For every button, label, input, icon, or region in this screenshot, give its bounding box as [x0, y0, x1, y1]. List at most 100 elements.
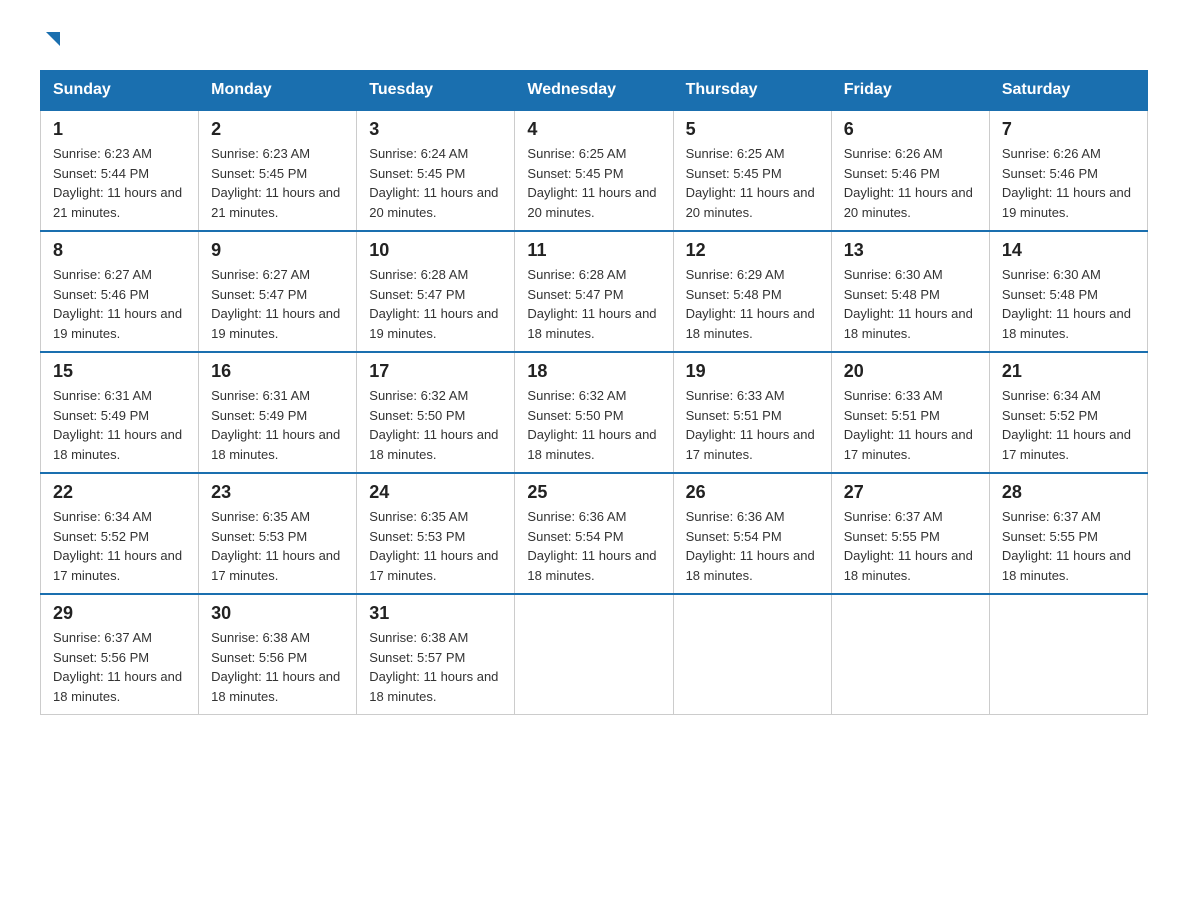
day-info: Sunrise: 6:34 AMSunset: 5:52 PMDaylight:…	[1002, 386, 1135, 464]
week-row-5: 29 Sunrise: 6:37 AMSunset: 5:56 PMDayligh…	[41, 594, 1148, 715]
day-cell-9: 9Sunrise: 6:27 AMSunset: 5:47 PMDaylight…	[199, 231, 357, 352]
day-number: 29	[53, 603, 186, 624]
day-info: Sunrise: 6:31 AMSunset: 5:49 PMDaylight:…	[211, 386, 344, 464]
logo	[40, 30, 64, 50]
weekday-header-tuesday: Tuesday	[357, 71, 515, 111]
day-info: Sunrise: 6:37 AMSunset: 5:55 PMDaylight:…	[1002, 507, 1135, 585]
day-info: Sunrise: 6:33 AMSunset: 5:51 PMDaylight:…	[686, 386, 819, 464]
day-number: 21	[1002, 361, 1135, 382]
day-cell-4: 4Sunrise: 6:25 AMSunset: 5:45 PMDaylight…	[515, 110, 673, 231]
day-cell-5: 5Sunrise: 6:25 AMSunset: 5:45 PMDaylight…	[673, 110, 831, 231]
day-number: 28	[1002, 482, 1135, 503]
weekday-header-row: SundayMondayTuesdayWednesdayThursdayFrid…	[41, 71, 1148, 111]
day-cell-13: 13 Sunrise: 6:30 AMSunset: 5:48 PMDayligh…	[831, 231, 989, 352]
day-cell-17: 17 Sunrise: 6:32 AMSunset: 5:50 PMDayligh…	[357, 352, 515, 473]
day-info: Sunrise: 6:37 AMSunset: 5:56 PMDaylight:…	[53, 628, 186, 706]
day-info: Sunrise: 6:27 AMSunset: 5:46 PMDaylight:…	[53, 265, 186, 343]
day-number: 3	[369, 119, 502, 140]
empty-cell	[831, 594, 989, 715]
week-row-3: 15 Sunrise: 6:31 AMSunset: 5:49 PMDayligh…	[41, 352, 1148, 473]
day-cell-6: 6 Sunrise: 6:26 AMSunset: 5:46 PMDaylight…	[831, 110, 989, 231]
day-info: Sunrise: 6:34 AMSunset: 5:52 PMDaylight:…	[53, 507, 186, 585]
weekday-header-thursday: Thursday	[673, 71, 831, 111]
logo-arrow-icon	[42, 28, 64, 50]
day-cell-10: 10Sunrise: 6:28 AMSunset: 5:47 PMDayligh…	[357, 231, 515, 352]
day-cell-20: 20Sunrise: 6:33 AMSunset: 5:51 PMDayligh…	[831, 352, 989, 473]
day-cell-3: 3Sunrise: 6:24 AMSunset: 5:45 PMDaylight…	[357, 110, 515, 231]
day-info: Sunrise: 6:32 AMSunset: 5:50 PMDaylight:…	[369, 386, 502, 464]
day-number: 5	[686, 119, 819, 140]
day-cell-27: 27Sunrise: 6:37 AMSunset: 5:55 PMDayligh…	[831, 473, 989, 594]
weekday-header-wednesday: Wednesday	[515, 71, 673, 111]
week-row-4: 22 Sunrise: 6:34 AMSunset: 5:52 PMDayligh…	[41, 473, 1148, 594]
day-cell-29: 29 Sunrise: 6:37 AMSunset: 5:56 PMDayligh…	[41, 594, 199, 715]
day-info: Sunrise: 6:38 AMSunset: 5:57 PMDaylight:…	[369, 628, 502, 706]
empty-cell	[673, 594, 831, 715]
day-number: 6	[844, 119, 977, 140]
day-cell-28: 28 Sunrise: 6:37 AMSunset: 5:55 PMDayligh…	[989, 473, 1147, 594]
day-cell-31: 31 Sunrise: 6:38 AMSunset: 5:57 PMDayligh…	[357, 594, 515, 715]
day-cell-30: 30 Sunrise: 6:38 AMSunset: 5:56 PMDayligh…	[199, 594, 357, 715]
day-number: 17	[369, 361, 502, 382]
day-cell-11: 11 Sunrise: 6:28 AMSunset: 5:47 PMDayligh…	[515, 231, 673, 352]
day-number: 18	[527, 361, 660, 382]
day-info: Sunrise: 6:37 AMSunset: 5:55 PMDaylight:…	[844, 507, 977, 585]
day-info: Sunrise: 6:23 AMSunset: 5:44 PMDaylight:…	[53, 144, 186, 222]
day-info: Sunrise: 6:36 AMSunset: 5:54 PMDaylight:…	[527, 507, 660, 585]
day-info: Sunrise: 6:30 AMSunset: 5:48 PMDaylight:…	[844, 265, 977, 343]
day-cell-23: 23 Sunrise: 6:35 AMSunset: 5:53 PMDayligh…	[199, 473, 357, 594]
day-info: Sunrise: 6:26 AMSunset: 5:46 PMDaylight:…	[844, 144, 977, 222]
day-number: 26	[686, 482, 819, 503]
day-cell-24: 24 Sunrise: 6:35 AMSunset: 5:53 PMDayligh…	[357, 473, 515, 594]
day-number: 16	[211, 361, 344, 382]
day-info: Sunrise: 6:23 AMSunset: 5:45 PMDaylight:…	[211, 144, 344, 222]
week-row-2: 8 Sunrise: 6:27 AMSunset: 5:46 PMDaylight…	[41, 231, 1148, 352]
day-info: Sunrise: 6:26 AMSunset: 5:46 PMDaylight:…	[1002, 144, 1135, 222]
day-cell-18: 18 Sunrise: 6:32 AMSunset: 5:50 PMDayligh…	[515, 352, 673, 473]
day-number: 14	[1002, 240, 1135, 261]
day-cell-16: 16 Sunrise: 6:31 AMSunset: 5:49 PMDayligh…	[199, 352, 357, 473]
day-number: 23	[211, 482, 344, 503]
day-cell-21: 21 Sunrise: 6:34 AMSunset: 5:52 PMDayligh…	[989, 352, 1147, 473]
day-number: 24	[369, 482, 502, 503]
day-info: Sunrise: 6:32 AMSunset: 5:50 PMDaylight:…	[527, 386, 660, 464]
day-info: Sunrise: 6:31 AMSunset: 5:49 PMDaylight:…	[53, 386, 186, 464]
day-info: Sunrise: 6:38 AMSunset: 5:56 PMDaylight:…	[211, 628, 344, 706]
day-info: Sunrise: 6:35 AMSunset: 5:53 PMDaylight:…	[211, 507, 344, 585]
day-cell-1: 1 Sunrise: 6:23 AMSunset: 5:44 PMDaylight…	[41, 110, 199, 231]
day-info: Sunrise: 6:33 AMSunset: 5:51 PMDaylight:…	[844, 386, 977, 464]
day-number: 11	[527, 240, 660, 261]
day-cell-25: 25Sunrise: 6:36 AMSunset: 5:54 PMDayligh…	[515, 473, 673, 594]
day-info: Sunrise: 6:28 AMSunset: 5:47 PMDaylight:…	[527, 265, 660, 343]
day-number: 30	[211, 603, 344, 624]
day-number: 8	[53, 240, 186, 261]
day-number: 4	[527, 119, 660, 140]
day-cell-14: 14 Sunrise: 6:30 AMSunset: 5:48 PMDayligh…	[989, 231, 1147, 352]
day-number: 31	[369, 603, 502, 624]
week-row-1: 1 Sunrise: 6:23 AMSunset: 5:44 PMDaylight…	[41, 110, 1148, 231]
day-info: Sunrise: 6:36 AMSunset: 5:54 PMDaylight:…	[686, 507, 819, 585]
day-number: 12	[686, 240, 819, 261]
day-number: 13	[844, 240, 977, 261]
day-info: Sunrise: 6:29 AMSunset: 5:48 PMDaylight:…	[686, 265, 819, 343]
weekday-header-friday: Friday	[831, 71, 989, 111]
day-cell-19: 19 Sunrise: 6:33 AMSunset: 5:51 PMDayligh…	[673, 352, 831, 473]
day-cell-22: 22 Sunrise: 6:34 AMSunset: 5:52 PMDayligh…	[41, 473, 199, 594]
weekday-header-saturday: Saturday	[989, 71, 1147, 111]
empty-cell	[515, 594, 673, 715]
day-number: 15	[53, 361, 186, 382]
day-cell-15: 15 Sunrise: 6:31 AMSunset: 5:49 PMDayligh…	[41, 352, 199, 473]
day-info: Sunrise: 6:27 AMSunset: 5:47 PMDaylight:…	[211, 265, 344, 343]
day-number: 22	[53, 482, 186, 503]
day-cell-2: 2 Sunrise: 6:23 AMSunset: 5:45 PMDaylight…	[199, 110, 357, 231]
day-number: 1	[53, 119, 186, 140]
day-cell-7: 7Sunrise: 6:26 AMSunset: 5:46 PMDaylight…	[989, 110, 1147, 231]
weekday-header-sunday: Sunday	[41, 71, 199, 111]
day-info: Sunrise: 6:28 AMSunset: 5:47 PMDaylight:…	[369, 265, 502, 343]
day-info: Sunrise: 6:35 AMSunset: 5:53 PMDaylight:…	[369, 507, 502, 585]
day-number: 2	[211, 119, 344, 140]
day-info: Sunrise: 6:30 AMSunset: 5:48 PMDaylight:…	[1002, 265, 1135, 343]
day-number: 19	[686, 361, 819, 382]
page-header	[40, 30, 1148, 50]
weekday-header-monday: Monday	[199, 71, 357, 111]
